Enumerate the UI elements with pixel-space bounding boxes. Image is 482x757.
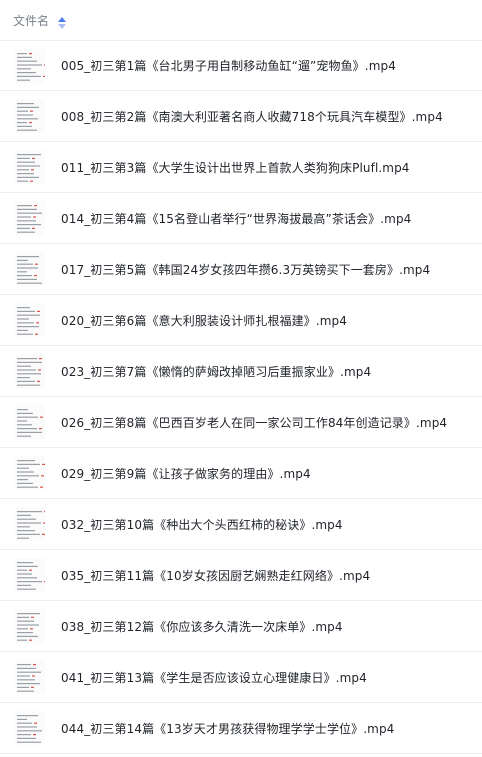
file-name[interactable]: 038_初三第12篇《你应该多久清洗一次床单》.mp4 [61, 618, 343, 635]
file-name[interactable]: 026_初三第8篇《巴西百岁老人在同一家公司工作84年创造记录》.mp4 [61, 414, 447, 431]
file-row[interactable]: 032_初三第10篇《种出大个头西红柿的秘诀》.mp4 [0, 499, 482, 550]
file-name[interactable]: 017_初三第5篇《韩国24岁女孩四年攒6.3万英镑买下一套房》.mp4 [61, 261, 430, 278]
video-thumbnail-icon [15, 303, 45, 337]
file-name[interactable]: 011_初三第3篇《大学生设计出世界上首款人类狗狗床Plufl.mp4 [61, 159, 410, 176]
video-thumbnail-icon [15, 660, 45, 694]
file-row[interactable]: 035_初三第11篇《10岁女孩因厨艺娴熟走红网络》.mp4 [0, 550, 482, 601]
sort-icon[interactable] [58, 14, 67, 29]
file-name[interactable]: 032_初三第10篇《种出大个头西红柿的秘诀》.mp4 [61, 516, 343, 533]
file-name[interactable]: 035_初三第11篇《10岁女孩因厨艺娴熟走红网络》.mp4 [61, 567, 370, 584]
video-thumbnail-icon [15, 48, 45, 83]
file-row[interactable]: 029_初三第9篇《让孩子做家务的理由》.mp4 [0, 448, 482, 499]
video-thumbnail-icon [15, 507, 45, 541]
video-thumbnail-icon [15, 150, 45, 184]
video-thumbnail-icon [15, 609, 45, 643]
video-thumbnail-icon [15, 558, 45, 592]
file-name[interactable]: 044_初三第14篇《13岁天才男孩获得物理学学士学位》.mp4 [61, 720, 394, 737]
file-row[interactable]: 011_初三第3篇《大学生设计出世界上首款人类狗狗床Plufl.mp4 [0, 142, 482, 193]
file-row[interactable]: 026_初三第8篇《巴西百岁老人在同一家公司工作84年创造记录》.mp4 [0, 397, 482, 448]
file-row[interactable]: 044_初三第14篇《13岁天才男孩获得物理学学士学位》.mp4 [0, 703, 482, 754]
file-name[interactable]: 029_初三第9篇《让孩子做家务的理由》.mp4 [61, 465, 311, 482]
file-row[interactable]: 005_初三第1篇《台北男子用自制移动鱼缸“遛”宠物鱼》.mp4 [0, 40, 482, 91]
video-thumbnail-icon [15, 456, 45, 490]
file-name[interactable]: 020_初三第6篇《意大利服装设计师扎根福建》.mp4 [61, 312, 347, 329]
file-name[interactable]: 008_初三第2篇《南澳大利亚著名商人收藏718个玩具汽车模型》.mp4 [61, 108, 443, 125]
file-list: 005_初三第1篇《台北男子用自制移动鱼缸“遛”宠物鱼》.mp4 008_初三第2… [0, 40, 482, 754]
video-thumbnail-icon [15, 711, 45, 745]
file-row[interactable]: 020_初三第6篇《意大利服装设计师扎根福建》.mp4 [0, 295, 482, 346]
file-row[interactable]: 014_初三第4篇《15名登山者举行“世界海拔最高”茶话会》.mp4 [0, 193, 482, 244]
file-list-header: 文件名 [0, 0, 482, 40]
video-thumbnail-icon [15, 354, 45, 388]
video-thumbnail-icon [15, 405, 45, 439]
file-name[interactable]: 005_初三第1篇《台北男子用自制移动鱼缸“遛”宠物鱼》.mp4 [61, 57, 396, 74]
video-thumbnail-icon [15, 99, 45, 133]
video-thumbnail-icon [15, 201, 45, 235]
file-row[interactable]: 023_初三第7篇《懒惰的萨姆改掉陋习后重振家业》.mp4 [0, 346, 482, 397]
file-row[interactable]: 008_初三第2篇《南澳大利亚著名商人收藏718个玩具汽车模型》.mp4 [0, 91, 482, 142]
column-header-filename[interactable]: 文件名 [13, 12, 49, 29]
file-name[interactable]: 041_初三第13篇《学生是否应该设立心理健康日》.mp4 [61, 669, 367, 686]
file-row[interactable]: 038_初三第12篇《你应该多久清洗一次床单》.mp4 [0, 601, 482, 652]
file-row[interactable]: 017_初三第5篇《韩国24岁女孩四年攒6.3万英镑买下一套房》.mp4 [0, 244, 482, 295]
file-row[interactable]: 041_初三第13篇《学生是否应该设立心理健康日》.mp4 [0, 652, 482, 703]
video-thumbnail-icon [15, 252, 45, 286]
file-name[interactable]: 014_初三第4篇《15名登山者举行“世界海拔最高”茶话会》.mp4 [61, 210, 411, 227]
file-name[interactable]: 023_初三第7篇《懒惰的萨姆改掉陋习后重振家业》.mp4 [61, 363, 371, 380]
